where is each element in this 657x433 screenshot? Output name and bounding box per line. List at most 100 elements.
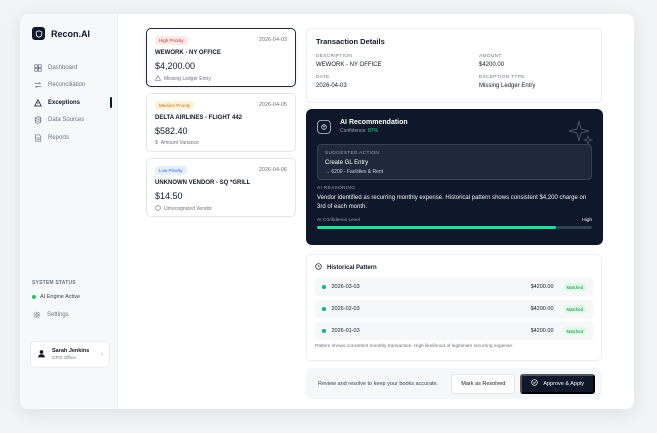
sidebar-item-label: Settings	[47, 311, 69, 318]
exception-list: High Priority 2026-04-03 WEWORK - NY OFF…	[146, 28, 296, 223]
detail-description: DESCRIPTION WEWORK - NY OFFICE	[316, 54, 479, 68]
ai-level-value: High	[582, 218, 592, 223]
dot-icon	[322, 307, 326, 311]
detail-value: $4200.00	[479, 62, 505, 68]
history-amount: $4200.00	[530, 284, 554, 290]
sidebar-item-label: Dashboard	[48, 64, 78, 71]
chevron-right-icon: ›	[101, 351, 103, 358]
sidebar-item-exceptions[interactable]: Exceptions	[28, 94, 112, 112]
history-note: Pattern shows consistent monthly transac…	[315, 344, 514, 349]
ai-brain-icon	[317, 119, 331, 134]
sidebar-item-dashboard[interactable]: Dashboard	[28, 59, 110, 77]
ai-level-label: AI Confidence Level	[317, 218, 360, 223]
gear-icon	[32, 310, 41, 319]
exception-card[interactable]: High Priority 2026-04-03 WEWORK - NY OFF…	[146, 28, 296, 87]
ai-header-text: AI Recommendation Confidence: 87%	[340, 119, 408, 134]
sidebar-item-reconciliation[interactable]: Reconciliation	[28, 77, 110, 95]
sidebar-item-label: Reports	[48, 134, 70, 141]
suggested-action-detail: → 6200 - Facilities & Rent	[325, 169, 384, 175]
history-list: 2026-03-03 $4200.00 Matched 2026-02-03 $…	[315, 278, 593, 340]
mark-resolved-button[interactable]: Mark as Resolved	[451, 373, 516, 394]
details-title: Transaction Details	[316, 37, 385, 46]
action-footer: Review and resolve to keep your books ac…	[306, 368, 602, 399]
warning-icon	[33, 98, 42, 107]
sidebar-item-settings[interactable]: Settings	[32, 310, 69, 319]
exception-card[interactable]: Low Priority 2026-04-06 UNKNOWN VENDOR -…	[146, 158, 296, 217]
suggested-action-label: SUGGESTED ACTION	[325, 151, 380, 156]
detail-amount: AMOUNT $4200.00	[479, 54, 599, 68]
priority-badge: Low Priority	[155, 166, 187, 175]
footer-text: Review and resolve to keep your books ac…	[318, 380, 439, 387]
ai-title: AI Recommendation	[340, 119, 408, 126]
user-avatar-icon	[37, 349, 46, 360]
brand[interactable]: Recon.AI	[32, 27, 90, 40]
app-window: Recon.AI Dashboard Reconciliation Except…	[20, 14, 634, 409]
ai-reasoning-label: AI REASONING	[317, 186, 356, 191]
warning-icon	[154, 74, 162, 83]
ai-confidence-label: Confidence:	[340, 128, 367, 134]
help-circle-icon	[155, 205, 161, 213]
exception-issue-text: Unrecognized Vendor	[164, 206, 213, 212]
ai-recommendation: AI Recommendation Confidence: 87% SUGGES…	[306, 109, 603, 245]
suggested-action-title: Create GL Entry	[325, 160, 369, 166]
exception-amount: $14.50	[155, 191, 183, 201]
ai-confidence: Confidence: 87%	[340, 128, 408, 134]
database-icon	[33, 116, 42, 125]
priority-badge: High Priority	[155, 36, 188, 45]
suggested-action: SUGGESTED ACTION Create GL Entry → 6200 …	[317, 144, 592, 180]
exception-vendor: DELTA AIRLINES - FLIGHT 442	[155, 115, 243, 121]
history-date: 2026-01-03	[331, 328, 360, 334]
user-name: Sarah Jenkins	[52, 348, 90, 354]
sparkle-icon	[568, 120, 593, 145]
detail-label: DESCRIPTION	[316, 54, 353, 59]
app-name: Recon.AI	[51, 28, 91, 39]
historical-pattern-title: Historical Pattern	[327, 264, 377, 271]
exception-issue: Missing Ledger Entry	[154, 74, 287, 83]
sidebar-item-label: Reconciliation	[48, 82, 86, 89]
detail-label: AMOUNT	[479, 54, 502, 59]
dot-icon	[322, 329, 326, 333]
detail-type: EXCEPTION TYPE Missing Ledger Entry	[479, 75, 599, 89]
exception-issue: Unrecognized Vendor	[155, 205, 287, 213]
detail-value: 2026-04-03	[316, 83, 347, 89]
exception-amount: $582.40	[155, 126, 188, 136]
report-icon	[33, 133, 42, 142]
exception-vendor: UNKNOWN VENDOR - SQ *GRILL	[155, 180, 251, 186]
history-row: 2026-01-03 $4200.00 Matched	[315, 322, 593, 340]
details-grid: DESCRIPTION WEWORK - NY OFFICE AMOUNT $4…	[316, 54, 592, 89]
history-clock-icon	[315, 263, 322, 272]
transaction-details: Transaction Details DESCRIPTION WEWORK -…	[306, 28, 602, 103]
history-amount: $4200.00	[530, 328, 554, 334]
ai-confidence-value: 87%	[368, 128, 379, 134]
detail-value: Missing Ledger Entry	[479, 83, 536, 89]
sidebar-item-reports[interactable]: Reports	[28, 129, 110, 147]
detail-date: DATE 2026-04-03	[316, 75, 479, 89]
system-status-text: AI Engine Active	[40, 294, 81, 300]
confidence-bar	[317, 226, 592, 229]
history-row: 2026-03-03 $4200.00 Matched	[315, 278, 593, 296]
sidebar: Recon.AI Dashboard Reconciliation Except…	[20, 14, 118, 409]
dollar-icon: $	[155, 140, 158, 146]
user-profile[interactable]: Sarah Jenkins CFO Office ›	[30, 341, 110, 368]
matched-badge: Matched	[563, 283, 586, 291]
sidebar-nav: Dashboard Reconciliation Exceptions Data…	[28, 59, 112, 147]
detail-label: DATE	[316, 75, 330, 80]
history-amount: $4200.00	[530, 306, 554, 312]
history-row: 2026-02-03 $4200.00 Matched	[315, 300, 593, 318]
status-dot-icon	[32, 295, 36, 299]
sidebar-item-data-sources[interactable]: Data Sources	[28, 112, 110, 130]
approve-apply-label: Approve & Apply	[543, 380, 584, 387]
system-status-title: SYSTEM STATUS	[32, 280, 76, 286]
matched-badge: Matched	[563, 305, 586, 313]
ai-header: AI Recommendation Confidence: 87%	[317, 119, 592, 134]
exception-issue: $ Amount Variance	[155, 140, 287, 146]
dashboard-icon	[33, 63, 42, 72]
exception-amount: $4,200.00	[155, 61, 196, 71]
exception-card[interactable]: Medium Priority 2026-04-05 DELTA AIRLINE…	[146, 93, 296, 152]
historical-pattern-header: Historical Pattern	[315, 263, 593, 272]
exception-date: 2026-04-03	[258, 37, 287, 43]
approve-apply-button[interactable]: Approve & Apply	[520, 373, 595, 394]
detail-label: EXCEPTION TYPE	[479, 75, 525, 80]
sidebar-item-label: Data Sources	[48, 117, 85, 124]
exception-issue-text: Amount Variance	[160, 140, 199, 146]
